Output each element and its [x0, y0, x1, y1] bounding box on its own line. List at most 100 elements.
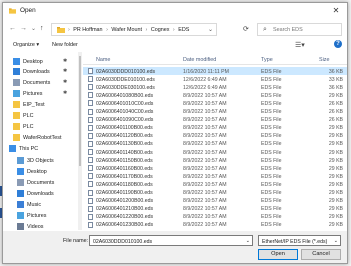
file-date: 8/9/2022 10:57 AM [183, 165, 227, 172]
file-name: 02A6006401010C00.eds [96, 100, 154, 107]
file-size: 29 KB [328, 190, 343, 196]
sidebar-item[interactable]: Desktop ✱ [3, 57, 77, 67]
sidebar-item[interactable]: PLC [3, 122, 77, 132]
chevron-down-icon[interactable]: ⌄ [246, 238, 250, 244]
file-name: 02A6006401190B00.eds [96, 190, 153, 196]
file-icon [88, 116, 93, 123]
file-row[interactable]: 02A6006401230B00.eds 8/9/2022 10:57 AM EDS… [83, 221, 347, 229]
file-type: EDS File [261, 68, 282, 75]
file-type-select[interactable]: EtherNet/IP EDS File (*.eds) ⌄ [258, 235, 341, 246]
file-row[interactable]: 02A6006401090C00.eds 8/9/2022 10:57 AM EDS… [83, 116, 347, 124]
file-name-field[interactable]: 02A6030DDD010100.eds ⌄ [89, 235, 253, 246]
back-button[interactable]: ← [9, 25, 16, 33]
chevron-down-icon: ⌄ [333, 238, 338, 244]
file-row[interactable]: 02A6006401220B00.eds 8/9/2022 10:57 AM EDS… [83, 213, 347, 221]
breadcrumb-item[interactable]: Wafer Mount [111, 27, 142, 33]
sidebar-item[interactable]: Documents [3, 178, 77, 188]
file-type: EDS File [261, 222, 282, 229]
sidebar-item[interactable]: Pictures [3, 211, 77, 221]
file-type: EDS File [261, 109, 282, 115]
sidebar-item[interactable]: Downloads [3, 189, 77, 199]
file-icon [88, 84, 93, 91]
file-row[interactable]: 02A6030DDD010100.eds 1/16/2020 11:11 PM ED… [83, 67, 347, 75]
file-list: Name Date modified Type Size 02A6030DDD0… [83, 52, 347, 230]
breadcrumb-item[interactable]: PR Hoffman [73, 27, 102, 33]
sidebar-item[interactable]: PLC [3, 111, 77, 121]
file-row[interactable]: 02A6006401180B00.eds 8/9/2022 10:57 AM EDS… [83, 180, 347, 188]
breadcrumb-item[interactable]: Cognex [151, 27, 170, 33]
sidebar-item-label: EIP_Test [23, 102, 45, 108]
file-row[interactable]: 02A6006401010C00.eds 8/9/2022 10:57 AM EDS… [83, 99, 347, 107]
file-date: 12/6/2022 6:49 AM [183, 76, 227, 83]
file-row[interactable]: 02A6030DDE010100.eds 12/6/2022 6:49 AM EDS… [83, 75, 347, 83]
sidebar-item[interactable]: Downloads ✱ [3, 67, 77, 77]
sidebar-item-label: Pictures [23, 91, 43, 97]
navigation-scrollbar[interactable] [78, 52, 82, 230]
3d-objects-icon [17, 157, 24, 164]
sidebar-item[interactable]: This PC [3, 144, 77, 154]
address-bar[interactable]: › PR Hoffman › Wafer Mount › Cognex › ED… [51, 23, 217, 36]
file-row[interactable]: 02A6006401150B00.eds 8/9/2022 10:57 AM EDS… [83, 156, 347, 164]
sidebar-item[interactable]: Documents ✱ [3, 78, 77, 88]
column-header-type[interactable]: Type [261, 57, 273, 63]
new-folder-button[interactable]: New folder [52, 42, 78, 48]
recent-locations-dropdown[interactable]: ⌄ [31, 25, 36, 33]
file-icon [88, 197, 93, 204]
file-row[interactable]: 02A6006401120B00.eds 8/9/2022 10:57 AM EDS… [83, 132, 347, 140]
dialog-footer: File name: 02A6030DDD010100.eds ⌄ EtherN… [3, 231, 347, 263]
sidebar-item[interactable]: Videos [3, 222, 77, 230]
open-button[interactable]: Open [258, 249, 298, 260]
file-size: 29 KB [328, 141, 343, 148]
navigation-pane: Desktop ✱ Downloads ✱ Documents ✱ Pictures ✱ EIP… [3, 52, 77, 230]
sidebar-item-label: WaferRobotTest [23, 135, 62, 141]
file-row[interactable]: 02A6006401130B00.eds 8/9/2022 10:57 AM EDS… [83, 140, 347, 148]
file-row[interactable]: 02A6030DDE030100.eds 12/6/2022 6:49 AM EDS… [83, 83, 347, 91]
sidebar-item[interactable]: WaferRobotTest [3, 133, 77, 143]
sidebar-item-label: PLC [23, 124, 34, 130]
column-header-date-modified[interactable]: Date modified [183, 57, 216, 63]
refresh-button[interactable]: ⟳ [243, 25, 249, 33]
search-input[interactable]: ⌕ Search EDS [257, 23, 342, 36]
file-row[interactable]: 02A6006401040C00.eds 8/9/2022 10:57 AM EDS… [83, 108, 347, 116]
column-header-name[interactable]: Name [96, 57, 110, 63]
folder-icon [13, 134, 20, 141]
organize-button[interactable]: Organize ▾ [13, 42, 39, 48]
help-icon[interactable]: ? [334, 40, 342, 48]
chevron-down-icon[interactable]: ⌄ [208, 26, 213, 33]
sidebar-item[interactable]: Desktop [3, 167, 77, 177]
file-size: 29 KB [328, 181, 343, 188]
file-row[interactable]: 02A6006401100B00.eds 8/9/2022 10:57 AM EDS… [83, 124, 347, 132]
breadcrumb-item[interactable]: EDS [178, 27, 189, 33]
sidebar-item[interactable]: 3D Objects [3, 156, 77, 166]
file-name: 02A6006401160B00.eds [96, 165, 153, 172]
file-date: 8/9/2022 10:57 AM [183, 157, 227, 164]
file-row[interactable]: 02A6006401170B00.eds 8/9/2022 10:57 AM EDS… [83, 172, 347, 180]
close-button[interactable]: ✕ [331, 6, 341, 16]
view-options-icon[interactable]: ☰▾ [295, 41, 305, 49]
cancel-button[interactable]: Cancel [301, 249, 341, 260]
file-row[interactable]: 02A6006401140B00.eds 8/9/2022 10:57 AM EDS… [83, 148, 347, 156]
file-row[interactable]: 02A6006401210B00.eds 8/9/2022 10:57 AM EDS… [83, 205, 347, 213]
file-row[interactable]: 02A6006401200B00.eds 8/9/2022 10:57 AM EDS… [83, 197, 347, 205]
file-icon [88, 157, 93, 164]
file-date: 8/9/2022 10:57 AM [183, 222, 227, 229]
folder-icon [13, 112, 20, 119]
pin-icon: ✱ [63, 79, 68, 85]
file-row[interactable]: 02A6006401160B00.eds 8/9/2022 10:57 AM EDS… [83, 164, 347, 172]
scrollbar-thumb[interactable] [79, 56, 81, 166]
sidebar-item[interactable]: Pictures ✱ [3, 89, 77, 99]
file-name: 02A6006401220B00.eds [96, 214, 154, 221]
search-placeholder: Search EDS [273, 27, 303, 33]
up-button[interactable]: ↑ [40, 25, 44, 33]
folder-icon [13, 101, 20, 108]
file-icon [88, 165, 93, 172]
file-size: 26 KB [328, 109, 343, 115]
sidebar-item[interactable]: Music [3, 200, 77, 210]
file-row[interactable]: 02A6006401190B00.eds 8/9/2022 10:57 AM EDS… [83, 189, 347, 197]
file-name: 02A6006401140B00.eds [96, 149, 153, 156]
sidebar-item[interactable]: EIP_Test [3, 100, 77, 110]
forward-button[interactable]: → [20, 25, 27, 33]
file-type: EDS File [261, 117, 282, 124]
column-header-size[interactable]: Size [319, 57, 330, 63]
file-row[interactable]: 02A6006401080B00.eds 8/9/2022 10:57 AM EDS… [83, 91, 347, 99]
